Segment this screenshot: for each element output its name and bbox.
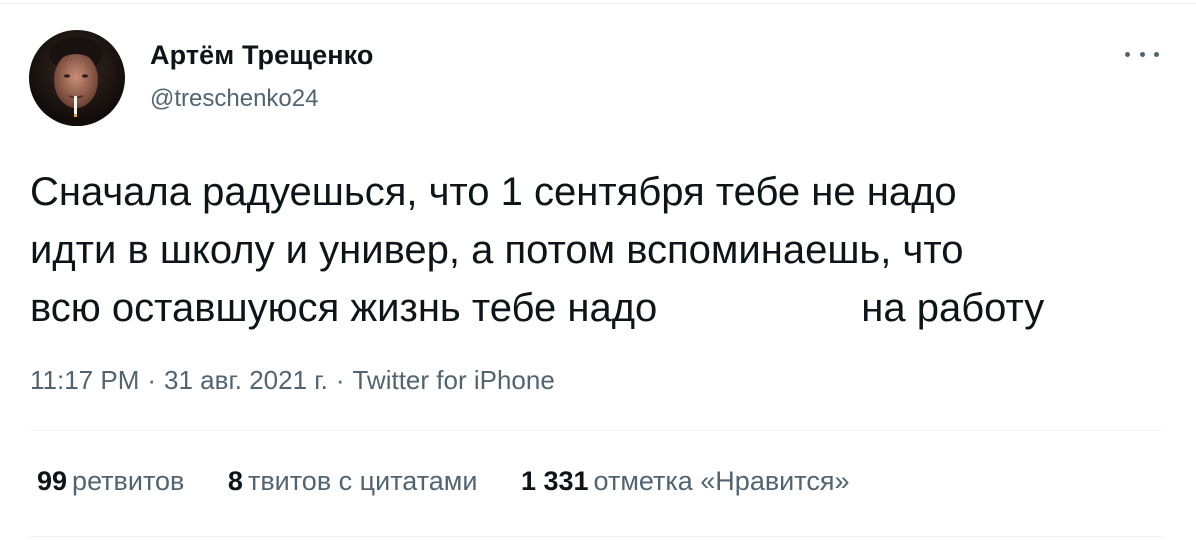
tweet-line-3-start: всю оставшуюся жизнь тебе надо: [30, 286, 658, 330]
author-name[interactable]: Артём Трещенко: [150, 40, 373, 71]
tweet-meta: 11:17 PM · 31 авг. 2021 г. · Twitter for iPh…: [30, 365, 555, 396]
dot: [1154, 51, 1159, 57]
quote-tweets-label: твитов с цитатами: [247, 466, 478, 496]
quote-tweets-count: 8: [227, 466, 243, 496]
dot: [1139, 51, 1145, 57]
retweets-label: ретвитов: [72, 466, 185, 496]
author-handle[interactable]: @treschenko24: [150, 85, 318, 113]
divider: [30, 536, 1162, 537]
quote-tweets-stat[interactable]: 8 твитов с цитатами: [228, 466, 478, 497]
tweet-line-3-end: на работу: [861, 286, 1045, 330]
tweet-date[interactable]: 31 авг. 2021 г.: [164, 365, 328, 395]
tweet-line-3: всю оставшуюся жизнь тебе надо на работу: [30, 279, 1170, 337]
separator: ·: [335, 365, 345, 395]
tweet-text: Сначала радуешься, что 1 сентября тебе н…: [30, 163, 1170, 337]
tweet-source[interactable]: Twitter for iPhone: [352, 365, 554, 395]
tweet-line-1: Сначала радуешься, что 1 сентября тебе н…: [30, 170, 957, 214]
profile-photo-icon: [29, 30, 125, 126]
divider: [30, 430, 1162, 431]
dot: [1125, 51, 1130, 57]
avatar[interactable]: [29, 30, 125, 126]
retweets-stat[interactable]: 99 ретвитов: [37, 466, 184, 497]
tweet-line-2: идти в школу и универ, а потом вспоминае…: [30, 228, 964, 272]
separator: ·: [147, 365, 157, 395]
retweets-count: 99: [37, 466, 68, 496]
likes-count: 1 331: [520, 466, 589, 496]
engagement-stats: 99 ретвитов 8 твитов с цитатами 1 331 отмет…: [37, 466, 885, 497]
likes-stat[interactable]: 1 331 отметка «Нравится»: [521, 466, 850, 497]
tweet-time[interactable]: 11:17 PM: [30, 365, 139, 395]
tweet-card: Артём Трещенко @treschenko24 Сначала рад…: [0, 0, 1196, 540]
likes-label: отметка «Нравится»: [593, 466, 850, 496]
more-options-icon[interactable]: [1125, 44, 1159, 64]
top-divider: [0, 3, 1196, 4]
